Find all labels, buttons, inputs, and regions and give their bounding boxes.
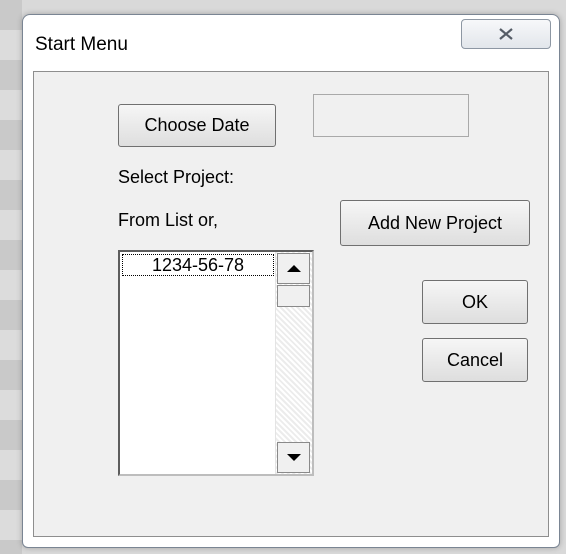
select-project-label: Select Project: — [118, 167, 235, 187]
desktop-background — [0, 0, 22, 554]
dialog-title: Start Menu — [35, 34, 128, 55]
from-list-label: From List or, — [118, 210, 219, 230]
start-menu-dialog: Start Menu Choose Date Select Project: F… — [22, 14, 560, 548]
scroll-thumb[interactable] — [277, 285, 310, 307]
add-new-project-button[interactable]: Add New Project — [340, 200, 530, 246]
project-listbox[interactable]: 1234-56-78 — [118, 250, 314, 476]
choose-date-button[interactable]: Choose Date — [118, 104, 276, 147]
close-x-icon — [499, 28, 513, 40]
cancel-button[interactable]: Cancel — [422, 338, 528, 382]
dialog-client-area: Choose Date Select Project: From List or… — [33, 71, 549, 537]
ok-button[interactable]: OK — [422, 280, 528, 324]
title-bar: Start Menu — [23, 15, 559, 67]
date-field[interactable] — [313, 94, 469, 137]
close-button[interactable] — [461, 19, 551, 49]
list-item[interactable]: 1234-56-78 — [122, 254, 274, 276]
arrow-down-icon — [286, 454, 301, 461]
scroll-down-button[interactable] — [277, 442, 310, 473]
listbox-scrollbar[interactable] — [275, 252, 312, 474]
arrow-up-icon — [286, 265, 301, 272]
scroll-up-button[interactable] — [277, 253, 310, 284]
